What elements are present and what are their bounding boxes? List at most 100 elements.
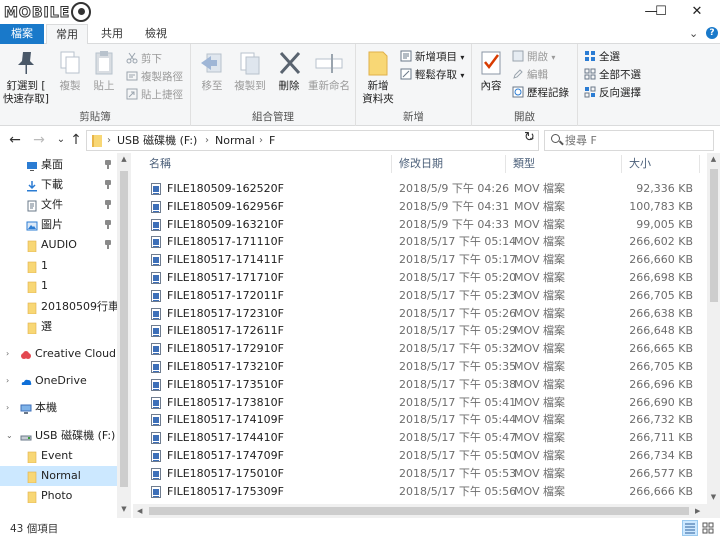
address-bar[interactable]: › USB 磁碟機 (F:) › Normal › F bbox=[86, 130, 539, 151]
file-row[interactable]: FILE180517-172611F 2018/5/17 下午 05:29 MOV … bbox=[133, 322, 707, 340]
easy-access-button[interactable]: 輕鬆存取 ▾ bbox=[400, 66, 464, 84]
file-row[interactable]: FILE180517-174109F 2018/5/17 下午 05:44 MOV … bbox=[133, 411, 707, 429]
search-input[interactable] bbox=[565, 132, 711, 149]
search-box[interactable] bbox=[544, 130, 714, 151]
scrollbar-thumb[interactable] bbox=[149, 507, 689, 515]
file-row[interactable]: FILE180517-171411F 2018/5/17 下午 05:17 MOV … bbox=[133, 251, 707, 269]
tab-file[interactable]: 檔案 bbox=[0, 24, 44, 44]
file-row[interactable]: FILE180517-174709F 2018/5/17 下午 05:50 MOV … bbox=[133, 447, 707, 465]
ribbon-expand-button[interactable]: ⌄ bbox=[689, 27, 698, 40]
file-row[interactable]: FILE180517-175010F 2018/5/17 下午 05:53 MOV … bbox=[133, 465, 707, 483]
file-row[interactable]: FILE180517-173510F 2018/5/17 下午 05:38 MOV … bbox=[133, 376, 707, 394]
file-row[interactable]: FILE180517-172011F 2018/5/17 下午 05:23 MOV … bbox=[133, 287, 707, 305]
file-row[interactable]: FILE180517-174410F 2018/5/17 下午 05:47 MOV … bbox=[133, 429, 707, 447]
nav-onedrive[interactable]: › OneDrive bbox=[0, 371, 117, 391]
details-view-button[interactable] bbox=[682, 520, 698, 536]
column-divider[interactable] bbox=[505, 155, 506, 173]
expand-chevron-icon[interactable]: › bbox=[6, 371, 9, 391]
refresh-button[interactable]: ↻ bbox=[524, 130, 535, 145]
file-list-vertical-scrollbar[interactable]: ▲ ▼ bbox=[707, 153, 720, 518]
file-row[interactable]: FILE180509-162520F 2018/5/9 下午 04:26 MOV 檔… bbox=[133, 180, 707, 198]
file-row[interactable]: FILE180517-172310F 2018/5/17 下午 05:26 MOV … bbox=[133, 305, 707, 323]
nav-folder-select[interactable]: 選 bbox=[0, 317, 117, 337]
file-row[interactable]: FILE180517-171110F 2018/5/17 下午 05:14 MOV … bbox=[133, 233, 707, 251]
nav-desktop[interactable]: 桌面 bbox=[0, 155, 117, 175]
file-row[interactable]: FILE180517-172910F 2018/5/17 下午 05:32 MOV … bbox=[133, 340, 707, 358]
large-icons-view-button[interactable] bbox=[700, 520, 716, 536]
open-button[interactable]: 開啟 ▾ bbox=[512, 48, 555, 66]
history-button[interactable]: 歷程記錄 bbox=[512, 84, 569, 102]
forward-button[interactable]: → bbox=[30, 131, 48, 149]
breadcrumb-normal[interactable]: Normal bbox=[215, 133, 255, 148]
scroll-down-icon[interactable]: ▼ bbox=[707, 493, 720, 501]
breadcrumb-usb-drive[interactable]: USB 磁碟機 (F:) bbox=[117, 133, 197, 148]
column-divider[interactable] bbox=[621, 155, 622, 173]
close-button[interactable]: ✕ bbox=[674, 0, 720, 24]
column-header-name[interactable]: 名稱 bbox=[149, 153, 171, 175]
nav-pictures[interactable]: 圖片 bbox=[0, 215, 117, 235]
nav-photo[interactable]: Photo bbox=[0, 486, 117, 506]
nav-normal[interactable]: Normal bbox=[0, 466, 117, 486]
new-item-button[interactable]: 新增項目 ▾ bbox=[400, 48, 464, 66]
scroll-right-icon[interactable]: ▶ bbox=[695, 504, 700, 518]
nav-folder-1b[interactable]: 1 bbox=[0, 276, 117, 296]
column-header-type[interactable]: 類型 bbox=[513, 153, 535, 175]
file-row[interactable]: FILE180509-162956F 2018/5/9 下午 04:31 MOV 檔… bbox=[133, 198, 707, 216]
file-row[interactable]: FILE180517-175309F 2018/5/17 下午 05:56 MOV … bbox=[133, 483, 707, 501]
breadcrumb-f[interactable]: F bbox=[269, 133, 275, 148]
expand-chevron-icon[interactable]: › bbox=[6, 344, 9, 364]
tab-share[interactable]: 共用 bbox=[92, 24, 132, 44]
up-button[interactable]: ↑ bbox=[67, 131, 85, 149]
rename-button[interactable]: 重新命名 bbox=[305, 48, 353, 93]
back-button[interactable]: ← bbox=[6, 131, 24, 149]
nav-event[interactable]: Event bbox=[0, 446, 117, 466]
move-to-button[interactable]: 移至 bbox=[195, 48, 229, 93]
scroll-up-icon[interactable]: ▲ bbox=[707, 155, 720, 163]
column-header-date[interactable]: 修改日期 bbox=[399, 153, 443, 175]
nav-usb-drive[interactable]: ⌄ USB 磁碟機 (F:) bbox=[0, 426, 117, 446]
nav-folder-20180509[interactable]: 20180509行車記 bbox=[0, 297, 117, 317]
folder-icon bbox=[26, 450, 38, 464]
properties-button[interactable]: 內容 bbox=[476, 48, 506, 93]
file-row[interactable]: FILE180517-173210F 2018/5/17 下午 05:35 MOV … bbox=[133, 358, 707, 376]
scroll-left-icon[interactable]: ◀ bbox=[137, 504, 142, 518]
nav-downloads[interactable]: 下載 bbox=[0, 175, 117, 195]
pin-quick-access-button[interactable]: 釘選到 [ 快速存取] bbox=[2, 48, 50, 106]
nav-item-label: Creative Cloud Fi bbox=[35, 347, 117, 360]
expand-chevron-icon[interactable]: › bbox=[6, 398, 9, 418]
column-divider[interactable] bbox=[699, 155, 700, 173]
navigation-pane-scrollbar[interactable]: ▲ ▼ bbox=[117, 153, 131, 518]
scrollbar-thumb[interactable] bbox=[710, 169, 718, 302]
file-list-horizontal-scrollbar[interactable]: ◀ ▶ bbox=[133, 504, 707, 518]
nav-creative-cloud[interactable]: › Creative Cloud Fi bbox=[0, 344, 117, 364]
expand-chevron-icon[interactable]: ⌄ bbox=[6, 426, 13, 446]
file-row[interactable]: FILE180517-171710F 2018/5/17 下午 05:20 MOV … bbox=[133, 269, 707, 287]
paste-button[interactable]: 貼上 bbox=[88, 48, 120, 93]
paste-shortcut-button[interactable]: 貼上捷徑 bbox=[126, 86, 183, 104]
scroll-up-icon[interactable]: ▲ bbox=[117, 155, 131, 163]
scrollbar-thumb[interactable] bbox=[120, 171, 128, 487]
nav-folder-1[interactable]: 1 bbox=[0, 256, 117, 276]
select-all-button[interactable]: 全選 bbox=[584, 48, 620, 66]
scroll-down-icon[interactable]: ▼ bbox=[117, 505, 131, 513]
nav-this-pc[interactable]: › 本機 bbox=[0, 398, 117, 418]
file-row[interactable]: FILE180517-173810F 2018/5/17 下午 05:41 MOV … bbox=[133, 394, 707, 412]
tab-home[interactable]: 常用 bbox=[46, 24, 88, 45]
column-header-size[interactable]: 大小 bbox=[629, 153, 651, 175]
copy-to-button[interactable]: 複製到 bbox=[231, 48, 269, 93]
help-button[interactable]: ? bbox=[706, 27, 718, 39]
column-divider[interactable] bbox=[391, 155, 392, 173]
nav-audio[interactable]: AUDIO bbox=[0, 235, 117, 255]
copy-path-button[interactable]: 複製路徑 bbox=[126, 68, 183, 86]
select-none-button[interactable]: 全部不選 bbox=[584, 66, 641, 84]
edit-button[interactable]: 編輯 bbox=[512, 66, 548, 84]
cut-button[interactable]: 剪下 bbox=[126, 50, 162, 68]
delete-button[interactable]: 刪除 bbox=[275, 48, 303, 93]
invert-selection-button[interactable]: 反向選擇 bbox=[584, 84, 641, 102]
new-folder-button[interactable]: 新增 資料夾 bbox=[360, 48, 396, 106]
file-type: MOV 檔案 bbox=[514, 324, 565, 338]
tab-view[interactable]: 檢視 bbox=[136, 24, 176, 44]
file-row[interactable]: FILE180509-163210F 2018/5/9 下午 04:33 MOV 檔… bbox=[133, 216, 707, 234]
copy-button[interactable]: 複製 bbox=[54, 48, 86, 93]
nav-documents[interactable]: 文件 bbox=[0, 195, 117, 215]
